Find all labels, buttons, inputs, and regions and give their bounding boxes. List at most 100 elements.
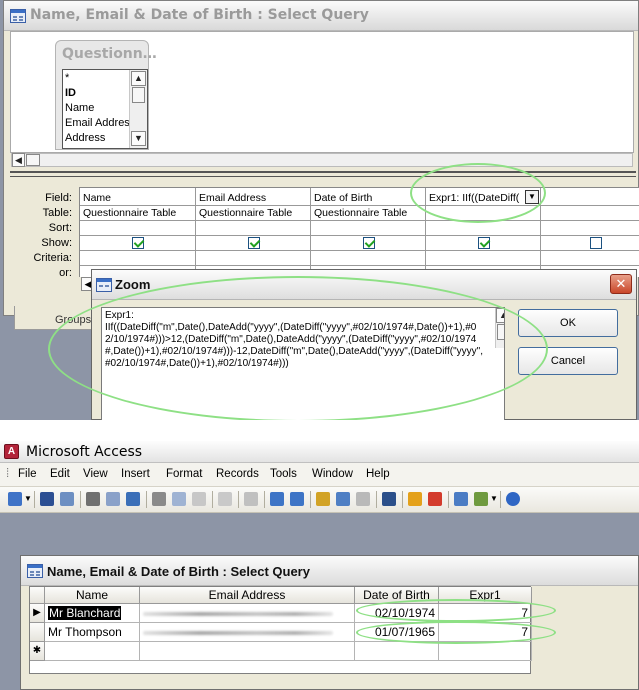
hscroll-thumb[interactable]: [26, 154, 40, 166]
table-cell-2[interactable]: Questionnaire Table: [199, 207, 309, 219]
show-checkbox-1[interactable]: [132, 237, 144, 249]
groups-tab[interactable]: Groups: [14, 306, 94, 330]
field-list-scrollbar[interactable]: ▲ ▼: [129, 70, 147, 148]
sort-ascending-icon[interactable]: [270, 492, 284, 506]
datasheet-window: Name, Email & Date of Birth : Select Que…: [20, 555, 639, 690]
hyperlink-icon[interactable]: [244, 492, 258, 506]
view-icon[interactable]: [8, 492, 22, 506]
menu-file[interactable]: File: [18, 468, 37, 480]
menu-edit[interactable]: Edit: [50, 468, 70, 480]
new-object-icon[interactable]: [474, 492, 488, 506]
select-all-corner[interactable]: [30, 587, 45, 604]
undo-icon[interactable]: [218, 492, 232, 506]
table-pane: Questionn… * ID Name Email Address Addre…: [10, 31, 634, 153]
column-header-expr1[interactable]: Expr1: [439, 587, 532, 604]
new-record-selector[interactable]: ✱: [30, 642, 45, 661]
column-header-dob[interactable]: Date of Birth: [355, 587, 439, 604]
scroll-thumb[interactable]: [497, 324, 504, 340]
scroll-up-icon[interactable]: ▲: [496, 308, 504, 323]
sort-descending-icon[interactable]: [290, 492, 304, 506]
cell-email-1[interactable]: [140, 604, 355, 623]
copy-icon[interactable]: [172, 492, 186, 506]
filter-by-form-icon[interactable]: [336, 492, 350, 506]
pane-divider[interactable]: [10, 171, 636, 177]
delete-record-icon[interactable]: [428, 492, 442, 506]
query-design-titlebar: Name, Email & Date of Birth : Select Que…: [4, 1, 638, 31]
access-application: A Microsoft Access ⁞ File Edit View Inse…: [0, 441, 639, 690]
ok-button[interactable]: OK: [518, 309, 618, 337]
menu-format[interactable]: Format: [166, 468, 202, 480]
cut-icon[interactable]: [152, 492, 166, 506]
zoom-expression-text: Expr1: IIf((DateDiff("m",Date(),DateAdd(…: [105, 310, 484, 369]
scroll-left-icon[interactable]: ◀: [12, 153, 25, 167]
toolbar: ▼ ▼: [0, 487, 639, 513]
cell-dob-1[interactable]: 02/10/1974: [355, 604, 439, 623]
new-record-icon[interactable]: [408, 492, 422, 506]
row-selector-current[interactable]: ▶: [30, 604, 45, 623]
paste-icon[interactable]: [192, 492, 206, 506]
table-pane-hscrollbar[interactable]: ◀: [11, 153, 633, 167]
field-item-id[interactable]: ID: [65, 87, 76, 99]
zoom-titlebar: Zoom ✕: [92, 270, 636, 300]
save-icon[interactable]: [40, 492, 54, 506]
field-item-email[interactable]: Email Address: [65, 117, 135, 129]
show-checkbox-2[interactable]: [248, 237, 260, 249]
database-window-icon[interactable]: [454, 492, 468, 506]
new-cell-name[interactable]: [45, 642, 140, 661]
field-item-all[interactable]: *: [65, 72, 69, 84]
field-list-title: Questionn…: [62, 46, 157, 62]
spelling-icon[interactable]: [126, 492, 140, 506]
app-titlebar: A Microsoft Access: [0, 441, 639, 463]
menu-bar: ⁞ File Edit View Insert Format Records T…: [0, 463, 639, 487]
field-cell-3[interactable]: Date of Birth: [314, 192, 424, 204]
print-icon[interactable]: [86, 492, 100, 506]
field-cell-2[interactable]: Email Address: [199, 192, 309, 204]
table-cell-3[interactable]: Questionnaire Table: [314, 207, 424, 219]
help-icon[interactable]: [506, 492, 520, 506]
cell-email-2[interactable]: [140, 623, 355, 642]
search-icon[interactable]: [60, 492, 74, 506]
zoom-expression-textarea[interactable]: Expr1: IIf((DateDiff("m",Date(),DateAdd(…: [101, 307, 505, 420]
row-selector[interactable]: [30, 623, 45, 642]
field-cell-1[interactable]: Name: [83, 192, 193, 204]
table-cell-1[interactable]: Questionnaire Table: [83, 207, 193, 219]
menu-records[interactable]: Records: [216, 468, 259, 480]
print-preview-icon[interactable]: [106, 492, 120, 506]
scroll-thumb[interactable]: [132, 87, 145, 103]
cancel-button[interactable]: Cancel: [518, 347, 618, 375]
cell-dob-2[interactable]: 01/07/1965: [355, 623, 439, 642]
datasheet-titlebar: Name, Email & Date of Birth : Select Que…: [21, 556, 638, 586]
new-cell-email[interactable]: [140, 642, 355, 661]
new-cell-expr1[interactable]: [439, 642, 532, 661]
cell-name-1[interactable]: Mr Blanchard: [45, 604, 140, 623]
zoom-scrollbar[interactable]: ▲: [495, 308, 504, 348]
zoom-window-icon: [96, 278, 112, 292]
menu-view[interactable]: View: [83, 468, 108, 480]
field-item-name[interactable]: Name: [65, 102, 94, 114]
menu-help[interactable]: Help: [366, 468, 390, 480]
menu-tools[interactable]: Tools: [270, 468, 297, 480]
cell-name-2[interactable]: Mr Thompson: [45, 623, 140, 642]
show-checkbox-3[interactable]: [363, 237, 375, 249]
filter-by-selection-icon[interactable]: [316, 492, 330, 506]
show-checkbox-5[interactable]: [590, 237, 602, 249]
field-cell-4[interactable]: Expr1: IIf((DateDiff(: [429, 192, 525, 204]
find-icon[interactable]: [382, 492, 396, 506]
field-item-address[interactable]: Address: [65, 132, 105, 144]
scroll-up-icon[interactable]: ▲: [131, 71, 146, 86]
column-header-email[interactable]: Email Address: [140, 587, 355, 604]
chevron-down-icon[interactable]: ▼: [525, 190, 539, 204]
field-list-window[interactable]: Questionn… * ID Name Email Address Addre…: [55, 40, 157, 150]
row-label-show: Show:: [41, 237, 72, 249]
show-checkbox-4[interactable]: [478, 237, 490, 249]
column-header-name[interactable]: Name: [45, 587, 140, 604]
field-list-box: * ID Name Email Address Address ▲ ▼: [62, 69, 148, 149]
close-icon[interactable]: ✕: [610, 274, 632, 294]
apply-filter-icon[interactable]: [356, 492, 370, 506]
cell-expr1-2[interactable]: 7: [439, 623, 532, 642]
scroll-down-icon[interactable]: ▼: [131, 131, 146, 146]
menu-window[interactable]: Window: [312, 468, 353, 480]
menu-insert[interactable]: Insert: [121, 468, 150, 480]
cell-expr1-1[interactable]: 7: [439, 604, 532, 623]
new-cell-dob[interactable]: [355, 642, 439, 661]
